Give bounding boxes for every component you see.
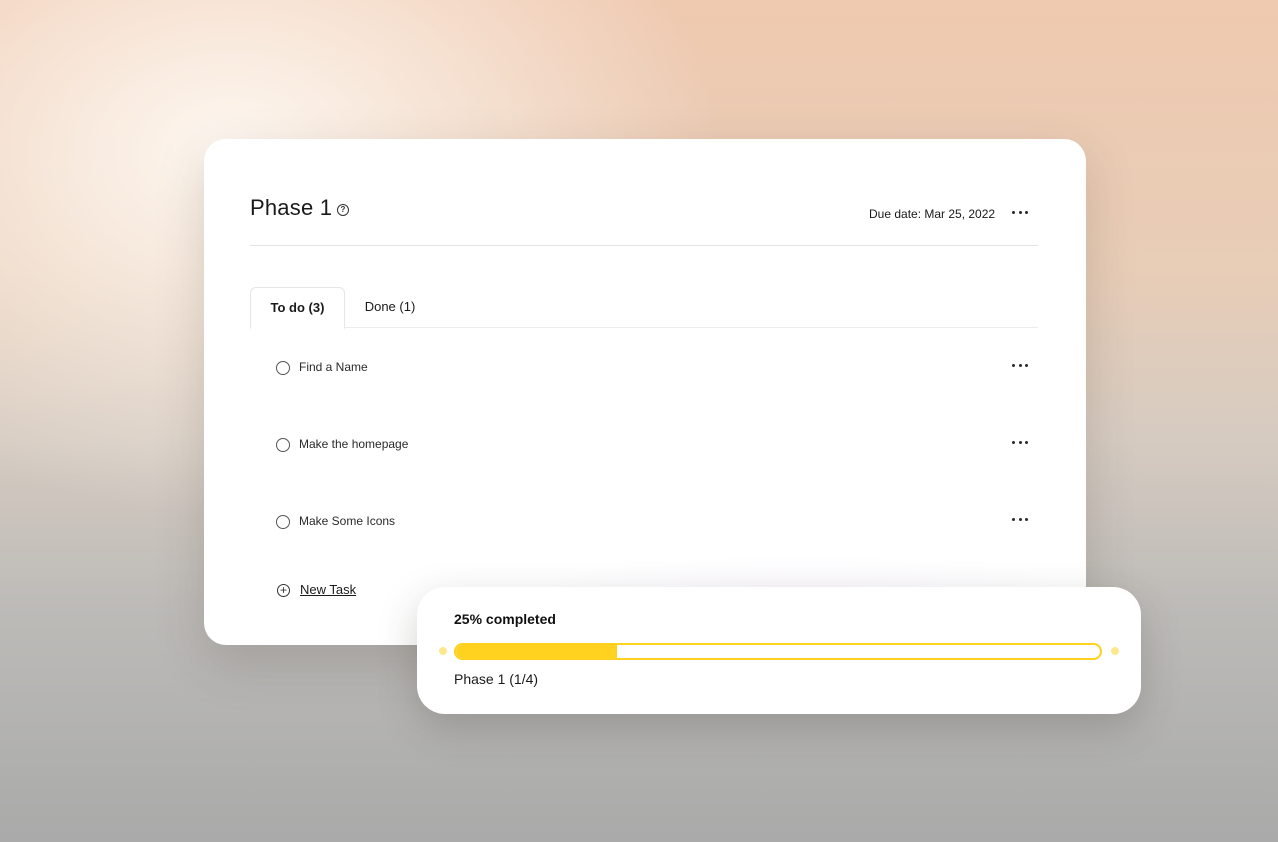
task-more-button[interactable] — [1012, 439, 1028, 445]
due-date: Due date: Mar 25, 2022 — [869, 207, 996, 221]
tab-done[interactable]: Done (1) — [350, 287, 430, 327]
task-label: Make Some Icons — [299, 514, 396, 528]
header-more-button[interactable] — [1012, 209, 1028, 215]
progress-bar — [454, 643, 1102, 660]
task-row: Make the homepage — [276, 436, 1038, 456]
progress-dot-right — [1111, 647, 1119, 655]
help-circle-icon[interactable]: ? — [337, 204, 349, 216]
task-label: Find a Name — [299, 360, 368, 374]
tab-todo[interactable]: To do (3) — [250, 287, 345, 329]
task-row: Find a Name — [276, 359, 1038, 379]
header-divider — [250, 245, 1038, 246]
phase-card: Phase 1 ? Due date: Mar 25, 2022 To do (… — [204, 139, 1086, 645]
task-checkbox[interactable] — [276, 515, 290, 529]
more-horizontal-icon — [1012, 440, 1015, 444]
task-label: Make the homepage — [299, 437, 409, 451]
progress-bar-fill — [456, 645, 617, 658]
task-checkbox[interactable] — [276, 438, 290, 452]
more-horizontal-icon — [1012, 363, 1015, 367]
progress-title: 25% completed — [454, 611, 556, 627]
tab-bar-line — [250, 327, 1038, 328]
progress-dot-left — [439, 647, 447, 655]
page-title: Phase 1 — [250, 195, 333, 220]
progress-card: 25% completed Phase 1 (1/4) — [417, 587, 1141, 714]
task-more-button[interactable] — [1012, 362, 1028, 368]
more-horizontal-icon — [1012, 517, 1015, 521]
tab-bar: To do (3) Done (1) — [250, 287, 1038, 329]
task-more-button[interactable] — [1012, 516, 1028, 522]
new-task-label[interactable]: New Task — [300, 582, 356, 597]
more-horizontal-icon — [1012, 210, 1015, 214]
task-checkbox[interactable] — [276, 361, 290, 375]
plus-circle-icon: + — [277, 584, 290, 597]
progress-subtitle: Phase 1 (1/4) — [454, 671, 539, 687]
task-row: Make Some Icons — [276, 513, 1038, 533]
